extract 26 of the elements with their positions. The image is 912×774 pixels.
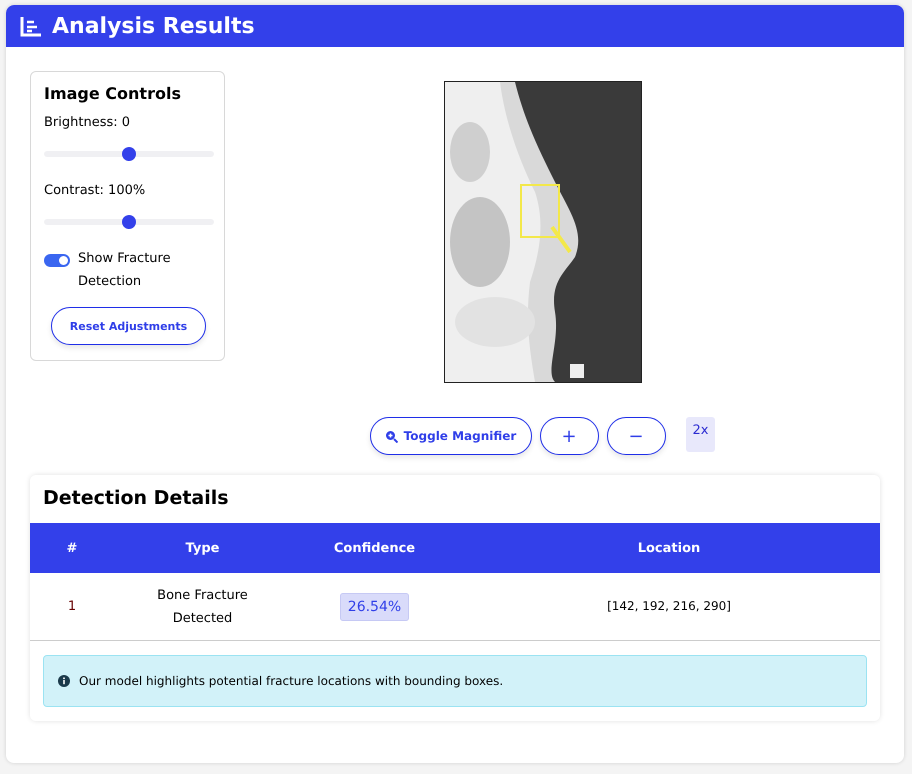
info-text: Our model highlights potential fracture locations with bounding boxes. bbox=[79, 674, 504, 688]
info-icon bbox=[58, 675, 70, 687]
zoom-level-badge: 2x bbox=[686, 417, 716, 452]
column-header: # bbox=[66, 540, 78, 556]
list-chart-icon bbox=[20, 15, 42, 37]
controls-title: Image Controls bbox=[44, 84, 182, 103]
slider-thumb[interactable] bbox=[122, 147, 136, 161]
zoom-in-icon bbox=[384, 430, 398, 442]
confidence-badge: 26.54% bbox=[340, 592, 410, 620]
slider-thumb[interactable] bbox=[122, 215, 136, 229]
column-header: Location bbox=[638, 540, 700, 556]
table-cell: 1 bbox=[68, 599, 76, 614]
column-header: Type bbox=[186, 540, 220, 556]
reset-button[interactable]: Reset Adjustments bbox=[51, 307, 206, 345]
table-cell: [142, 192, 216, 290] bbox=[607, 599, 731, 613]
magnifier-button[interactable]: Toggle Magnifier bbox=[370, 417, 532, 455]
toggle-label: Show Fracture Detection bbox=[78, 250, 172, 291]
slider-label: Contrast: 100% bbox=[44, 183, 146, 198]
toggle-switch[interactable] bbox=[44, 254, 70, 267]
zoom-in-button[interactable]: + bbox=[540, 417, 599, 455]
zoom-out-button[interactable]: − bbox=[606, 417, 666, 455]
table-cell-text: Bone Fracture Detected bbox=[156, 586, 249, 628]
page-title: Analysis Results bbox=[52, 14, 255, 38]
slider-label: Brightness: 0 bbox=[44, 115, 132, 130]
column-header: Confidence bbox=[334, 540, 416, 556]
details-title: Detection Details bbox=[42, 486, 230, 511]
